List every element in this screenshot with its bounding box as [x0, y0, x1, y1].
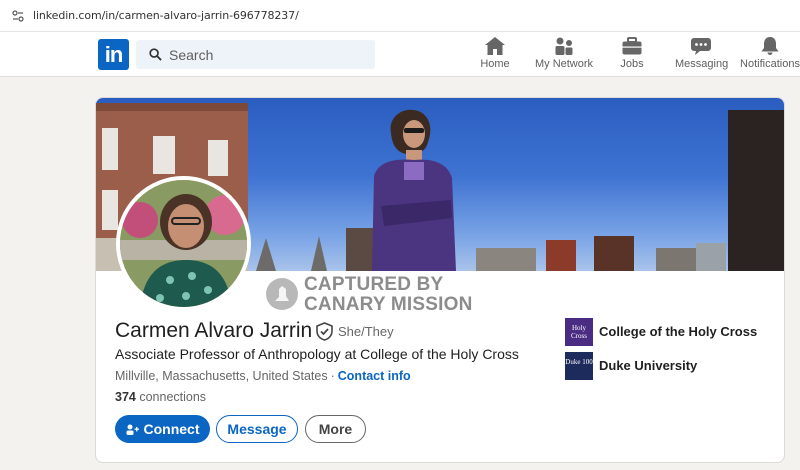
- search-placeholder: Search: [169, 47, 214, 63]
- url-text[interactable]: linkedin.com/in/carmen-alvaro-jarrin-696…: [33, 9, 299, 22]
- more-button-label: More: [318, 421, 353, 437]
- profile-pronouns: She/They: [338, 324, 394, 339]
- holy-cross-logo: Holy Cross: [565, 318, 593, 346]
- profile-card: CAPTURED BY CANARY MISSION: [95, 97, 785, 463]
- connections-label: connections: [139, 390, 207, 404]
- top-navbar: in Search Home My Network Jobs Messaging…: [0, 32, 800, 77]
- profile-name: Carmen Alvaro Jarrin: [115, 319, 313, 342]
- profile-headline: Associate Professor of Anthropology at C…: [115, 346, 519, 362]
- message-button[interactable]: Message: [216, 415, 298, 443]
- contact-info-link[interactable]: Contact info: [338, 369, 411, 383]
- connect-button-label: Connect: [143, 421, 200, 437]
- nav-notifications[interactable]: Notifications: [740, 36, 800, 70]
- nav-messaging-label: Messaging: [675, 58, 729, 70]
- more-button[interactable]: More: [305, 415, 366, 443]
- education-name: Duke University: [599, 358, 698, 373]
- search-input[interactable]: Search: [136, 40, 375, 69]
- home-icon: [485, 37, 505, 55]
- nav-home[interactable]: Home: [478, 36, 512, 70]
- nav-my-network[interactable]: My Network: [533, 36, 595, 70]
- avatar-photo: [120, 180, 247, 307]
- briefcase-icon: [622, 37, 642, 55]
- verified-shield-icon[interactable]: [316, 322, 333, 341]
- watermark-line-2: CANARY MISSION: [304, 294, 473, 315]
- watermark-line-1: CAPTURED BY: [304, 274, 444, 295]
- bell-icon: [761, 37, 779, 55]
- search-icon: [149, 48, 162, 61]
- canary-mission-logo-icon: [266, 278, 298, 310]
- connect-button[interactable]: Connect: [115, 415, 210, 443]
- linkedin-logo[interactable]: in: [98, 39, 129, 70]
- education-name: College of the Holy Cross: [599, 324, 758, 339]
- nav-notifications-label: Notifications: [740, 58, 800, 70]
- nav-messaging[interactable]: Messaging: [675, 36, 729, 70]
- location-separator: ·: [330, 369, 335, 383]
- browser-url-bar[interactable]: linkedin.com/in/carmen-alvaro-jarrin-696…: [0, 0, 800, 32]
- nav-jobs[interactable]: Jobs: [617, 36, 647, 70]
- site-settings-icon[interactable]: [12, 10, 24, 22]
- profile-location-row: Millville, Massachusetts, United States ·…: [115, 369, 411, 383]
- connections-count: 374: [115, 390, 136, 404]
- avatar[interactable]: [116, 176, 251, 311]
- connections-link[interactable]: 374 connections: [115, 390, 206, 404]
- messaging-icon: [691, 38, 711, 55]
- message-button-label: Message: [227, 421, 287, 437]
- duke-logo: Duke 100: [565, 352, 593, 380]
- profile-location: Millville, Massachusetts, United States: [115, 369, 328, 383]
- add-person-icon: [126, 424, 139, 435]
- nav-my-network-label: My Network: [534, 58, 594, 70]
- nav-jobs-label: Jobs: [620, 58, 644, 70]
- nav-home-label: Home: [480, 58, 510, 70]
- network-icon: [555, 37, 573, 55]
